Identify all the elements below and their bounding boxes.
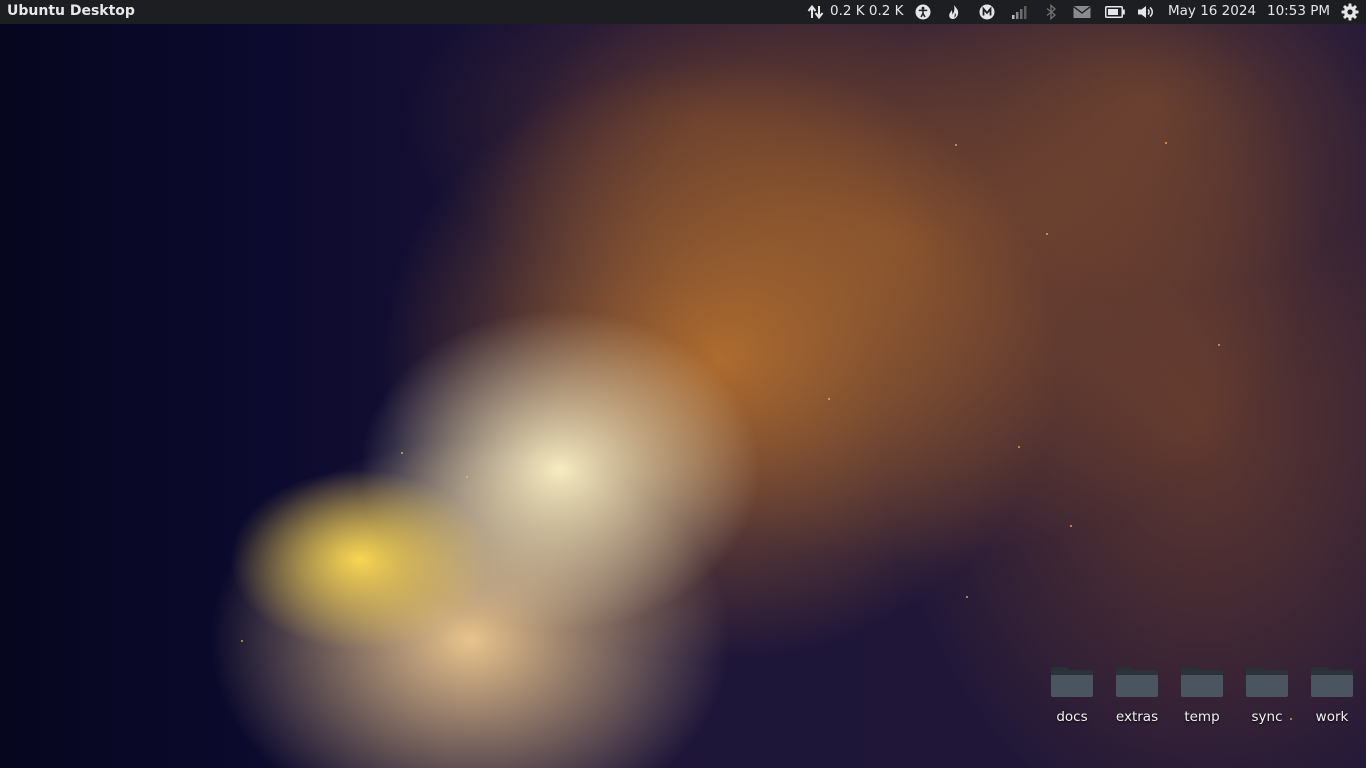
network-speed-text[interactable]: 0.2 K 0.2 K	[830, 3, 904, 19]
signal-bars-icon[interactable]	[1010, 0, 1028, 24]
volume-icon[interactable]	[1136, 0, 1156, 24]
flame-icon[interactable]	[945, 0, 963, 24]
desktop-folder-docs[interactable]: docs	[1040, 665, 1104, 729]
folder-label: docs	[1056, 709, 1088, 725]
folder-icon	[1246, 667, 1288, 697]
wallpaper-sparkle	[1046, 233, 1048, 235]
network-updown-icon[interactable]	[806, 0, 826, 24]
wallpaper-sparkle	[1070, 525, 1072, 527]
folder-label: temp	[1184, 709, 1220, 725]
gear-icon[interactable]	[1340, 0, 1360, 24]
desktop-folder-work[interactable]: work	[1300, 665, 1364, 729]
folder-label: work	[1315, 709, 1349, 725]
wallpaper-sparkle	[241, 640, 243, 642]
wallpaper-sparkle	[1018, 446, 1020, 448]
desktop-folder-sync[interactable]: sync	[1235, 665, 1299, 729]
date-text[interactable]: May 16 2024	[1168, 3, 1256, 19]
folder-icon	[1181, 667, 1223, 697]
folder-icon	[1051, 667, 1093, 697]
wallpaper-sparkle	[401, 452, 403, 454]
clock-text[interactable]: 10:53 PM	[1267, 3, 1330, 19]
accessibility-icon[interactable]	[914, 0, 932, 24]
battery-icon[interactable]	[1104, 0, 1126, 24]
m-icon[interactable]	[978, 0, 996, 24]
folder-label: sync	[1251, 709, 1283, 725]
wallpaper-sparkle	[966, 596, 968, 598]
folder-icon	[1311, 667, 1353, 697]
folder-label: extras	[1115, 709, 1159, 725]
mail-icon[interactable]	[1072, 0, 1092, 24]
top-panel: Ubuntu Desktop 0.2 K 0.2 K May 16 2024 1…	[0, 0, 1366, 24]
desktop-folder-extras[interactable]: extras	[1105, 665, 1169, 729]
folder-icon	[1116, 667, 1158, 697]
wallpaper-sparkle	[955, 144, 957, 146]
bluetooth-icon[interactable]	[1043, 0, 1059, 24]
panel-title[interactable]: Ubuntu Desktop	[7, 3, 135, 19]
wallpaper-sparkle	[1165, 142, 1167, 144]
desktop-folder-temp[interactable]: temp	[1170, 665, 1234, 729]
wallpaper-sparkle	[466, 476, 468, 478]
wallpaper-sparkle	[1218, 344, 1220, 346]
wallpaper-sparkle	[828, 398, 830, 400]
desktop-wallpaper[interactable]: Ubuntu Desktop 0.2 K 0.2 K May 16 2024 1…	[0, 0, 1366, 768]
